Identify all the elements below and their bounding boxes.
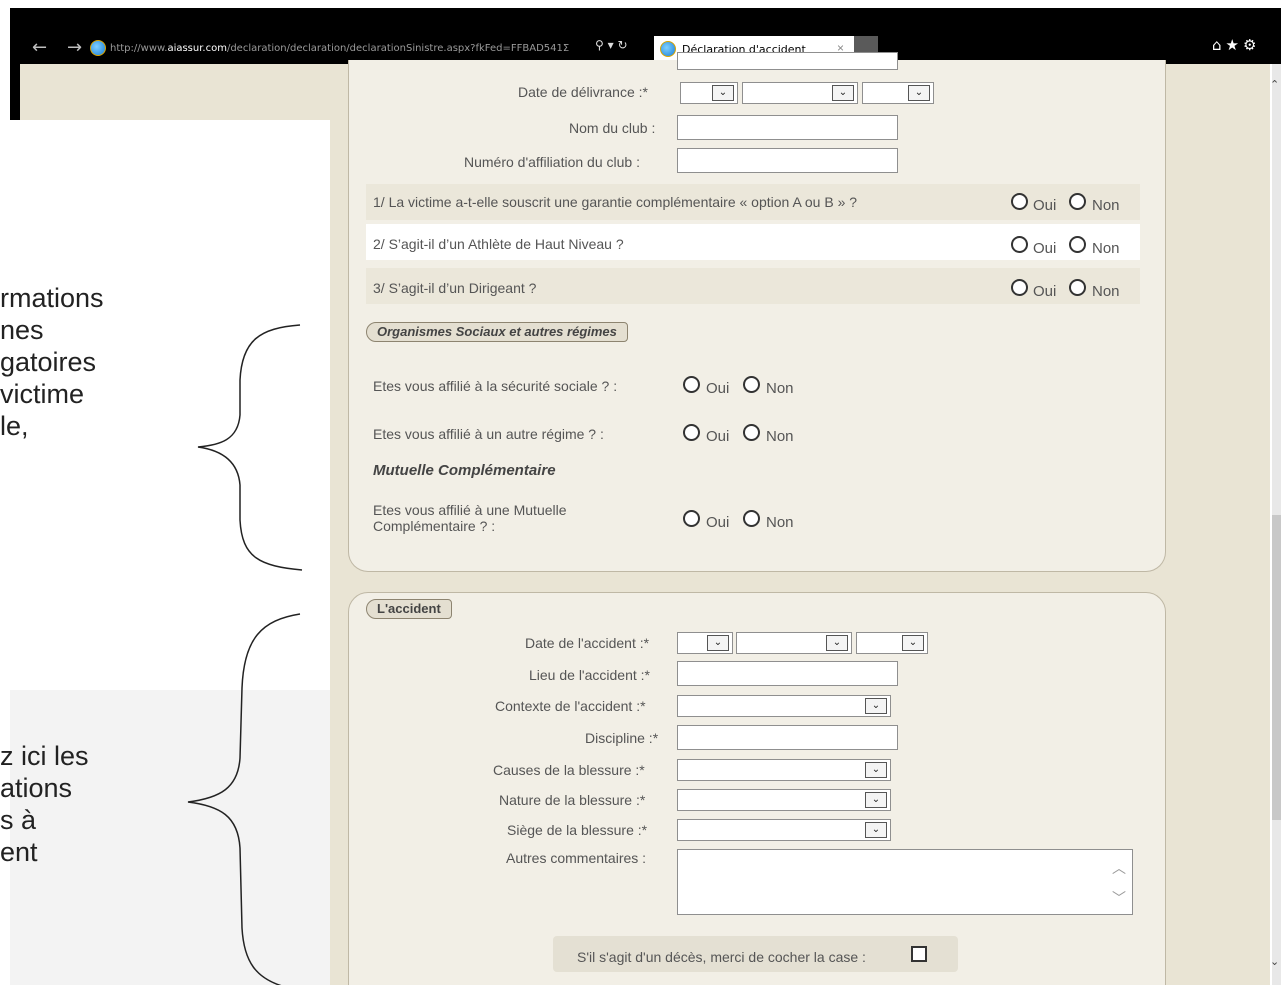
ie-globe-icon: [90, 40, 106, 56]
mutuelle-heading: Mutuelle Complémentaire: [373, 462, 556, 479]
chevron-down-icon: ⌄: [826, 635, 848, 651]
nature-select[interactable]: ⌄: [677, 789, 891, 811]
address-bar[interactable]: http://www.aiassur.com/declaration/decla…: [90, 38, 569, 58]
deces-checkbox[interactable]: [911, 946, 927, 962]
chevron-down-icon: ⌄: [865, 698, 887, 714]
autre-regime-oui-radio[interactable]: [683, 424, 700, 441]
oui-label: Oui: [1033, 197, 1057, 214]
scroll-up-icon[interactable]: ⌃: [1270, 78, 1279, 91]
search-refresh-icons[interactable]: ⚲ ▾ ↻: [595, 38, 628, 52]
chevron-down-icon: ⌄: [902, 635, 924, 651]
siege-label: Siège de la blessure :*: [507, 822, 648, 838]
contexte-label: Contexte de l'accident :*: [495, 698, 646, 714]
question-text: 2/ S’agit-il d’un Athlète de Haut Niveau…: [373, 236, 624, 252]
secu-oui-radio[interactable]: [683, 376, 700, 393]
question-3-oui-radio[interactable]: [1011, 279, 1028, 296]
question-3-non-radio[interactable]: [1069, 279, 1086, 296]
contexte-select[interactable]: ⌄: [677, 695, 891, 717]
non-label: Non: [766, 428, 794, 445]
date-delivrance-year[interactable]: ⌄: [862, 82, 934, 104]
slide: { "browser": { "url_prefix": "http://www…: [0, 0, 1281, 985]
lieu-label: Lieu de l'accident :*: [529, 667, 650, 683]
discipline-input[interactable]: [677, 725, 898, 750]
non-label: Non: [1092, 283, 1120, 300]
oui-label: Oui: [706, 428, 730, 445]
oui-label: Oui: [706, 380, 730, 397]
slide-black-marker: [10, 64, 20, 120]
causes-select[interactable]: ⌄: [677, 759, 891, 781]
accident-legend: L'accident: [366, 599, 452, 619]
siege-select[interactable]: ⌄: [677, 819, 891, 841]
back-button[interactable]: ←: [32, 38, 47, 58]
deces-label: S'il s'agit d'un décès, merci de cocher …: [577, 949, 866, 965]
mutuelle-non-radio[interactable]: [743, 510, 760, 527]
organismes-legend: Organismes Sociaux et autres régimes: [366, 322, 628, 342]
mutuelle-oui-radio[interactable]: [683, 510, 700, 527]
date-accident-day[interactable]: ⌄: [677, 632, 733, 654]
date-delivrance-day[interactable]: ⌄: [680, 82, 738, 104]
secu-label: Etes vous affilié à la sécurité sociale …: [373, 378, 618, 394]
date-accident-label: Date de l'accident :*: [525, 635, 650, 651]
date-delivrance-month[interactable]: ⌄: [742, 82, 858, 104]
non-label: Non: [766, 380, 794, 397]
chevron-down-icon: ⌄: [832, 85, 854, 101]
causes-label: Causes de la blessure :*: [493, 762, 645, 778]
chevron-down-icon: ⌄: [707, 635, 729, 651]
discipline-label: Discipline :*: [585, 730, 659, 746]
chevron-down-icon: ⌄: [865, 822, 887, 838]
previous-input[interactable]: [677, 52, 898, 70]
nom-club-input[interactable]: [677, 115, 898, 140]
autre-regime-non-radio[interactable]: [743, 424, 760, 441]
commentaires-textarea[interactable]: ︿ ﹀: [677, 849, 1133, 915]
lieu-input[interactable]: [677, 661, 898, 686]
question-2-non-radio[interactable]: [1069, 236, 1086, 253]
annotation-upper: rmations nes gatoires victime le,: [0, 283, 104, 441]
non-label: Non: [766, 514, 794, 531]
chevron-down-icon: ⌄: [908, 85, 930, 101]
address-text: http://www.aiassur.com/declaration/decla…: [110, 42, 570, 54]
question-1-non-radio[interactable]: [1069, 193, 1086, 210]
oui-label: Oui: [706, 514, 730, 531]
question-text: 3/ S’agit-il d’un Dirigeant ?: [373, 280, 537, 296]
non-label: Non: [1092, 197, 1120, 214]
commentaires-label: Autres commentaires :: [506, 850, 647, 866]
nom-club-label: Nom du club :: [569, 120, 656, 136]
curly-brace-lower: [187, 613, 301, 985]
textarea-scroll-icons: ︿ ﹀: [1112, 861, 1126, 907]
date-accident-month[interactable]: ⌄: [736, 632, 852, 654]
chevron-down-icon: ⌄: [712, 85, 734, 101]
chevron-down-icon: ⌄: [865, 762, 887, 778]
top-strip: [0, 0, 1281, 8]
question-text: 1/ La victime a-t-elle souscrit une gara…: [373, 194, 858, 210]
question-1-oui-radio[interactable]: [1011, 193, 1028, 210]
oui-label: Oui: [1033, 283, 1057, 300]
tab-ie-icon: [660, 41, 676, 57]
date-accident-year[interactable]: ⌄: [856, 632, 928, 654]
secu-non-radio[interactable]: [743, 376, 760, 393]
question-2-oui-radio[interactable]: [1011, 236, 1028, 253]
non-label: Non: [1092, 240, 1120, 257]
mutuelle-label-line1: Etes vous affilié à une Mutuelle: [373, 502, 567, 518]
autre-regime-label: Etes vous affilié à un autre régime ? :: [373, 426, 604, 442]
scrollbar-thumb[interactable]: [1272, 515, 1281, 820]
forward-button[interactable]: →: [67, 38, 82, 58]
mutuelle-label-line2: Complémentaire ? :: [373, 518, 496, 534]
numero-affiliation-input[interactable]: [677, 148, 898, 173]
nature-label: Nature de la blessure :*: [499, 792, 646, 808]
home-favorites-settings-icons[interactable]: ⌂★⚙: [1212, 36, 1260, 54]
annotation-lower: z ici les ations s à ent: [0, 741, 89, 867]
chevron-down-icon: ⌄: [865, 792, 887, 808]
oui-label: Oui: [1033, 240, 1057, 257]
scroll-down-icon[interactable]: ⌄: [1270, 955, 1279, 968]
curly-brace-upper: [197, 324, 303, 571]
date-delivrance-label: Date de délivrance :*: [518, 84, 648, 100]
numero-affiliation-label: Numéro d'affiliation du club :: [464, 154, 640, 170]
